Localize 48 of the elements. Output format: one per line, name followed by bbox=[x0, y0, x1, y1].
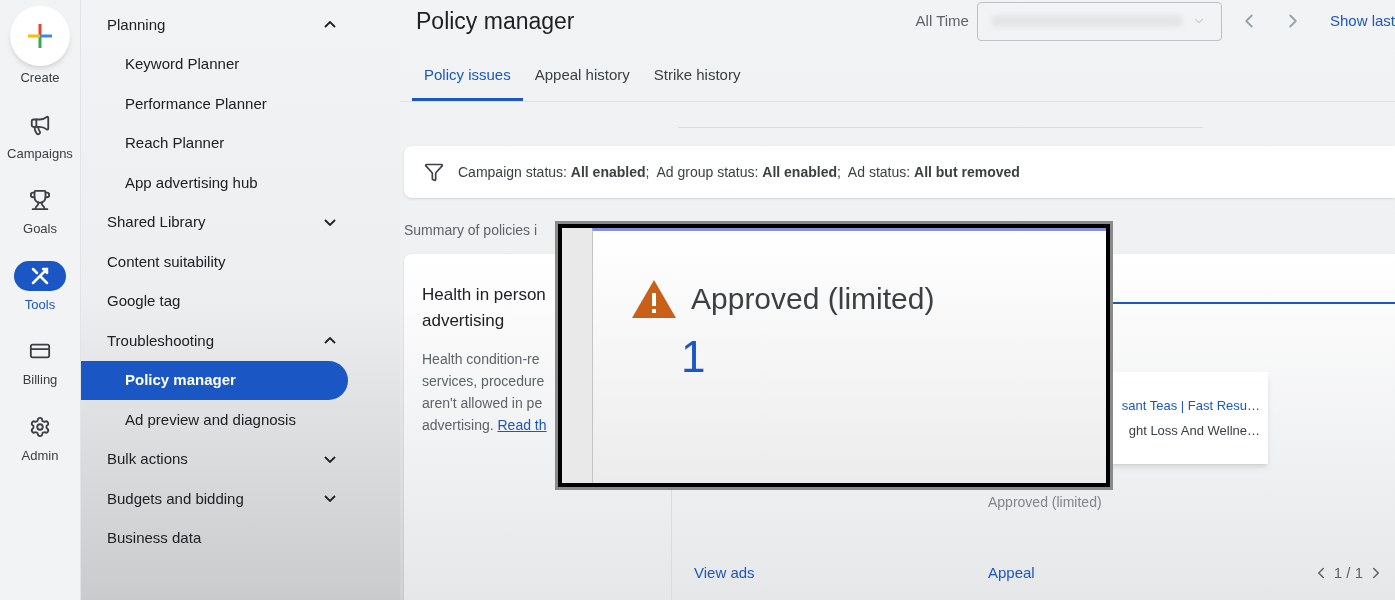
nav-item[interactable]: Content suitability bbox=[81, 242, 348, 282]
nav-item[interactable]: Ad preview and diagnosis bbox=[81, 400, 348, 440]
rail-item[interactable]: Campaigns bbox=[7, 109, 73, 163]
nav-item[interactable]: Google tag bbox=[81, 281, 348, 321]
chevron-down-icon bbox=[324, 455, 336, 463]
page-title: Policy manager bbox=[416, 6, 575, 36]
nav-item[interactable]: Shared Library bbox=[81, 202, 348, 242]
nav-item[interactable]: Performance Planner bbox=[81, 84, 348, 124]
rail-item[interactable]: Admin bbox=[14, 411, 66, 465]
chevron-down-icon bbox=[324, 495, 336, 503]
nav-item[interactable]: Reach Planner bbox=[81, 123, 348, 163]
trophy-icon bbox=[29, 189, 51, 211]
ad-description: ght Loss And Wellne… bbox=[1128, 422, 1260, 440]
nav-item[interactable]: App advertising hub bbox=[81, 163, 348, 203]
read-more-link[interactable]: Read th bbox=[497, 417, 547, 433]
tab[interactable]: Strike history bbox=[641, 52, 753, 101]
filter-text: Campaign status: All enabled; Ad group status: All enabled; Ad status: All but removed bbox=[458, 162, 1020, 182]
megaphone-icon bbox=[29, 113, 51, 136]
nav-item[interactable]: Business data bbox=[81, 518, 348, 558]
tab[interactable]: Appeal history bbox=[522, 52, 642, 101]
view-ads-link[interactable]: View ads bbox=[694, 562, 755, 585]
pagination-text: 1 / 1 bbox=[1333, 563, 1363, 583]
plus-icon bbox=[26, 22, 54, 50]
nav-item[interactable]: Policy manager bbox=[81, 360, 348, 400]
settings-icon bbox=[29, 415, 51, 438]
policy-title: Health in person advertising bbox=[422, 284, 546, 332]
nav-item[interactable]: Keyword Planner bbox=[81, 44, 348, 84]
appeal-link[interactable]: Appeal bbox=[988, 562, 1035, 585]
rail-item[interactable]: Billing bbox=[14, 336, 66, 390]
nav-item[interactable]: Planning bbox=[81, 5, 348, 45]
ad-headline: sant Teas | Fast Resu… bbox=[1121, 396, 1260, 415]
chevron-down-icon bbox=[324, 218, 336, 226]
rail-item[interactable]: Goals bbox=[14, 185, 66, 239]
inset-count: 1 bbox=[681, 335, 706, 379]
inset-status: Approved (limited) bbox=[691, 281, 935, 317]
chevron-up-icon bbox=[324, 21, 336, 29]
nav-item[interactable]: Troubleshooting bbox=[81, 321, 348, 361]
nav-item[interactable]: Budgets and bidding bbox=[81, 479, 348, 519]
summary-text: Summary of policies i bbox=[404, 222, 538, 238]
filter-icon[interactable] bbox=[424, 162, 444, 182]
ad-status: Approved (limited) bbox=[988, 493, 1102, 512]
range-label: All Time bbox=[915, 10, 969, 31]
warning-icon bbox=[631, 278, 677, 319]
show-last-link[interactable]: Show last bbox=[1329, 9, 1395, 33]
tab[interactable]: Policy issues bbox=[412, 52, 523, 101]
date-range-field[interactable] bbox=[976, 1, 1222, 41]
chevron-up-icon bbox=[324, 337, 336, 345]
nav-item[interactable]: Bulk actions bbox=[81, 439, 348, 479]
